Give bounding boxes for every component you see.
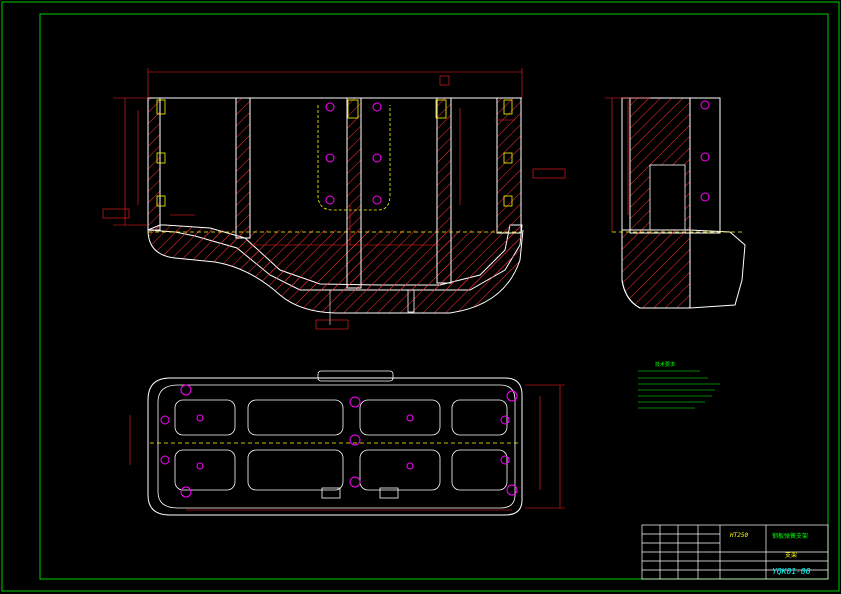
drawing-sheet (1, 1, 840, 592)
notes-title-label: 技术要求 (655, 362, 676, 368)
front-view-bolt-slots (156, 99, 513, 207)
front-view-rib-1 (235, 97, 251, 239)
front-view (102, 68, 566, 330)
top-view (129, 370, 565, 516)
part-title-label: 钢板弹簧支架 (772, 533, 809, 540)
top-view-pockets (174, 399, 508, 491)
front-view-dimensions (113, 68, 523, 246)
drawing-number-label: YQK01-00 (772, 567, 811, 576)
top-view-outline (147, 377, 523, 516)
side-view-shoulder (621, 229, 691, 309)
top-view-dimensions (129, 384, 565, 511)
top-view-tabs (317, 370, 399, 499)
front-view-right-wall (496, 97, 522, 234)
front-view-rib-2 (346, 97, 362, 289)
technical-notes (638, 370, 720, 409)
top-view-holes (160, 384, 518, 498)
front-view-left-wall (147, 97, 161, 231)
front-view-rib-3 (436, 97, 452, 284)
material-label: HT250 (730, 532, 749, 539)
side-view-slot (649, 164, 686, 231)
side-view-holes (700, 100, 710, 202)
front-view-bottom-shell (147, 229, 524, 314)
side-view-flange (689, 97, 721, 234)
part-name-label: 支架 (785, 552, 798, 559)
side-view (605, 97, 746, 309)
